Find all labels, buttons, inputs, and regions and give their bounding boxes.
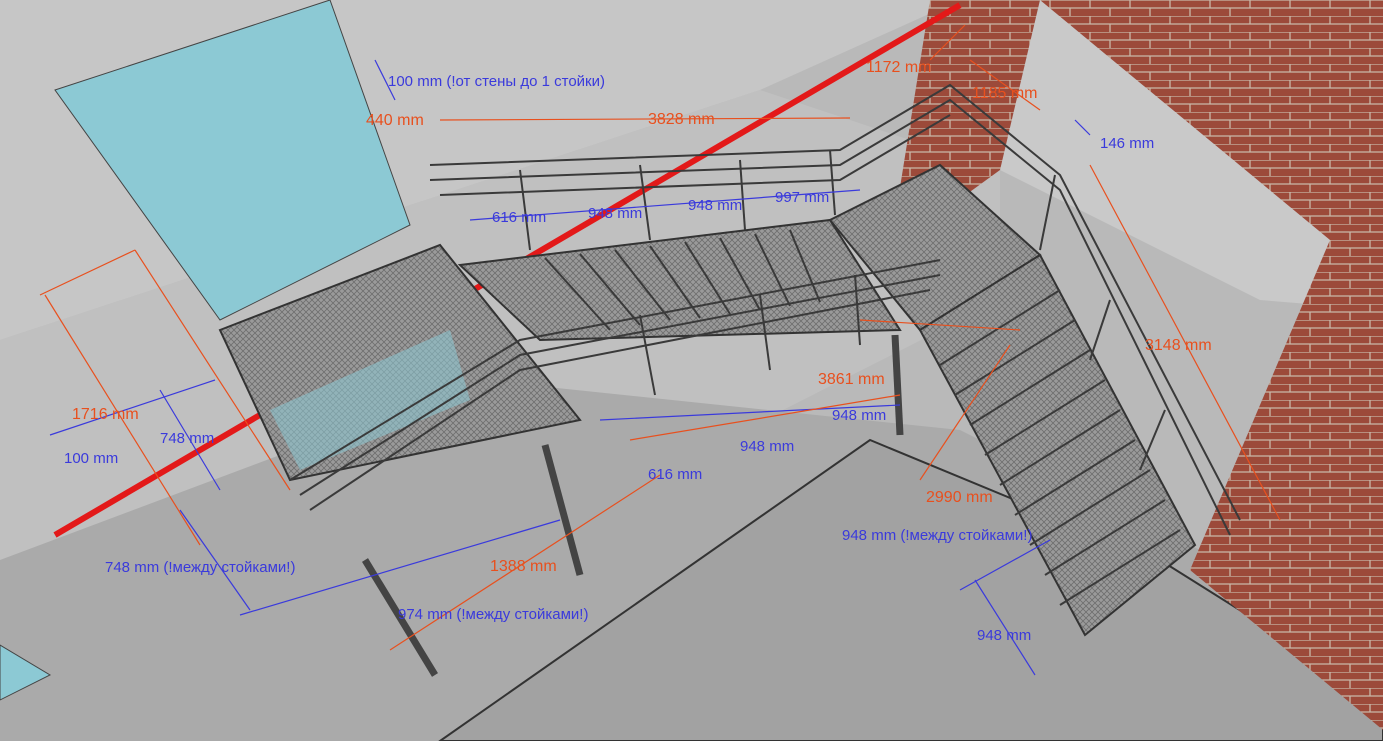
dim-100-wall: 100 mm (!от стены до 1 стойки) — [388, 73, 605, 90]
dim-948-bottom: 948 mm — [977, 627, 1031, 644]
dim-146: 146 mm — [1100, 135, 1154, 152]
dim-3148: 3148 mm — [1145, 337, 1212, 354]
dim-948-top1: 948 mm — [588, 205, 642, 222]
dim-3861: 3861 mm — [818, 371, 885, 388]
dim-440: 440 mm — [366, 112, 424, 129]
dim-748-between: 748 mm (!между стойками!) — [105, 559, 295, 576]
dim-616-bottom: 616 mm — [648, 466, 702, 483]
dim-948-between: 948 mm (!между стойками!) — [842, 527, 1032, 544]
dim-997: 997 mm — [775, 189, 829, 206]
dim-948-mid2: 948 mm — [740, 438, 794, 455]
stair-diagram: 100 mm (!от стены до 1 стойки) 440 mm 38… — [0, 0, 1383, 741]
dim-2990: 2990 mm — [926, 489, 993, 506]
dim-948-mid1: 948 mm — [832, 407, 886, 424]
dim-1185: 1185 mm — [972, 85, 1038, 102]
dim-1716: 1716 mm — [72, 406, 139, 423]
dim-1172: 1172 mm — [866, 59, 932, 76]
dim-3828: 3828 mm — [648, 111, 715, 128]
dim-616-top: 616 mm — [492, 209, 546, 226]
dim-100: 100 mm — [64, 450, 118, 467]
dim-748: 748 mm — [160, 430, 214, 447]
dim-974-between: 974 mm (!между стойками!) — [398, 606, 588, 623]
dim-948-top2: 948 mm — [688, 197, 742, 214]
dim-1388: 1388 mm — [490, 558, 557, 575]
